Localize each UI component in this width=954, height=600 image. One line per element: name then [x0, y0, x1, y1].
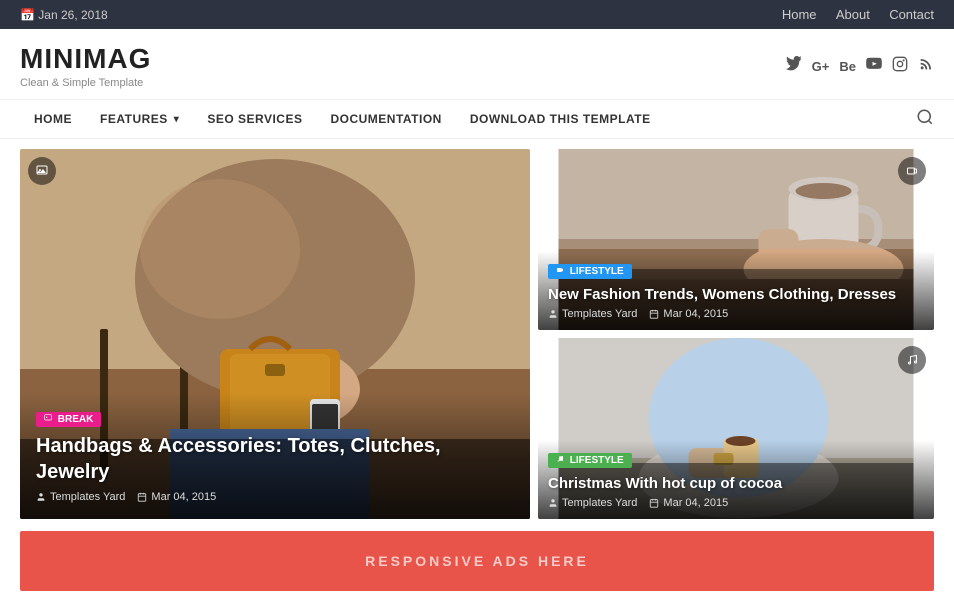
main-navbar: HOME FEATURES SEO SERVICES DOCUMENTATION…: [0, 100, 954, 139]
article-large-tag: BREAK: [36, 412, 101, 427]
twitter-icon[interactable]: [786, 56, 802, 77]
main-content: BREAK Handbags & Accessories: Totes, Clu…: [0, 149, 954, 519]
search-icon[interactable]: [916, 108, 934, 131]
site-logo-subtitle: Clean & Simple Template: [20, 77, 151, 89]
article-large[interactable]: BREAK Handbags & Accessories: Totes, Clu…: [20, 149, 530, 519]
featured-grid: BREAK Handbags & Accessories: Totes, Clu…: [20, 149, 934, 519]
right-column: LIFESTYLE New Fashion Trends, Womens Clo…: [538, 149, 934, 519]
social-icons-bar:  G+ Be: [776, 56, 934, 77]
youtube-icon[interactable]: [866, 56, 882, 77]
article-large-date: Mar 04, 2015: [137, 491, 216, 503]
site-header: MINIMAG Clean & Simple Template  G+ Be: [0, 29, 954, 100]
top-nav: Home About Contact: [766, 7, 934, 22]
googleplus-icon[interactable]: G+: [812, 59, 830, 74]
nav-download-template[interactable]: DOWNLOAD THIS TEMPLATE: [456, 100, 665, 138]
nav-seo-services[interactable]: SEO SERVICES: [193, 100, 316, 138]
article-small-bottom-date: Mar 04, 2015: [649, 497, 728, 509]
article-large-overlay: BREAK Handbags & Accessories: Totes, Clu…: [20, 393, 530, 519]
top-nav-home[interactable]: Home: [782, 7, 817, 22]
calendar-icon: 📅: [20, 8, 35, 22]
top-nav-contact[interactable]: Contact: [889, 7, 934, 22]
rss-icon[interactable]: [918, 56, 934, 77]
article-small-bottom[interactable]: LIFESTYLE Christmas With hot cup of coco…: [538, 338, 934, 519]
article-large-corner-icon: [28, 157, 56, 185]
article-small-bottom-overlay: LIFESTYLE Christmas With hot cup of coco…: [538, 440, 934, 520]
article-small-bottom-tag: LIFESTYLE: [548, 453, 632, 468]
nav-home[interactable]: HOME: [20, 100, 86, 138]
date-display: 📅 Jan 26, 2018: [20, 8, 108, 22]
article-large-title: Handbags & Accessories: Totes, Clutches,…: [36, 433, 514, 485]
article-small-top-author: Templates Yard: [548, 308, 637, 320]
behance-icon[interactable]: Be: [839, 59, 856, 74]
article-large-author: Templates Yard: [36, 491, 125, 503]
article-small-bottom-title: Christmas With hot cup of cocoa: [548, 474, 924, 494]
top-bar: 📅 Jan 26, 2018 Home About Contact: [0, 0, 954, 29]
ads-banner-text: RESPONSIVE ADS HERE: [365, 553, 589, 569]
logo-area: MINIMAG Clean & Simple Template: [20, 43, 151, 89]
article-small-top-overlay: LIFESTYLE New Fashion Trends, Womens Clo…: [538, 251, 934, 331]
article-small-top[interactable]: LIFESTYLE New Fashion Trends, Womens Clo…: [538, 149, 934, 330]
article-small-top-title: New Fashion Trends, Womens Clothing, Dre…: [548, 285, 924, 305]
nav-documentation[interactable]: DOCUMENTATION: [316, 100, 455, 138]
nav-links: HOME FEATURES SEO SERVICES DOCUMENTATION…: [20, 100, 665, 138]
instagram-icon[interactable]: [892, 56, 908, 77]
top-nav-about[interactable]: About: [836, 7, 870, 22]
article-large-meta: Templates Yard Mar 04, 2015: [36, 491, 514, 503]
article-small-bottom-icon: [898, 346, 926, 374]
article-small-top-date: Mar 04, 2015: [649, 308, 728, 320]
site-logo-title[interactable]: MINIMAG: [20, 43, 151, 75]
article-small-top-meta: Templates Yard Mar 04, 2015: [548, 308, 924, 320]
date-text: Jan 26, 2018: [38, 8, 107, 22]
article-small-top-icon: [898, 157, 926, 185]
article-small-bottom-meta: Templates Yard Mar 04, 2015: [548, 497, 924, 509]
ads-banner[interactable]: RESPONSIVE ADS HERE: [20, 531, 934, 591]
article-small-bottom-author: Templates Yard: [548, 497, 637, 509]
nav-features[interactable]: FEATURES: [86, 100, 193, 138]
article-small-top-tag: LIFESTYLE: [548, 264, 632, 279]
